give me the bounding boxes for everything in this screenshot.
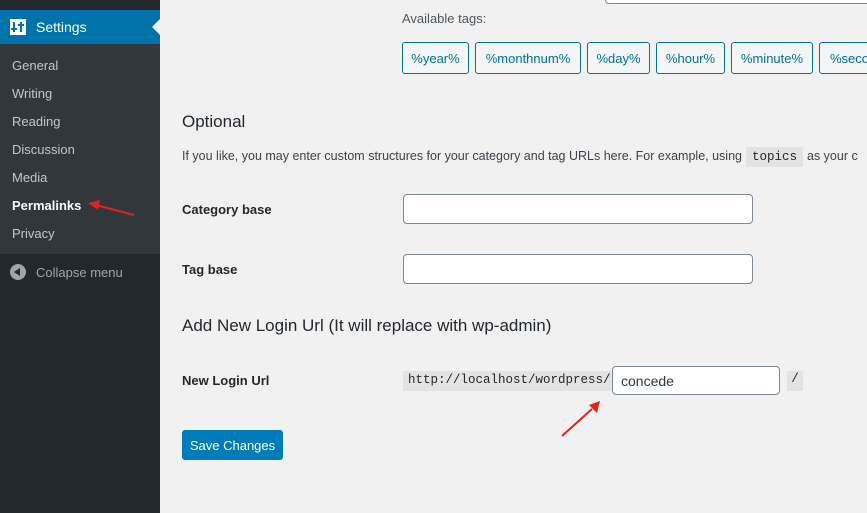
main-content: Available tags: %year% %monthnum% %day% … [160,0,867,513]
collapse-arrow-icon [10,264,26,280]
collapse-menu-label: Collapse menu [36,264,123,280]
annotation-arrow-permalinks [88,200,135,216]
collapse-menu-button[interactable]: Collapse menu [0,260,160,284]
save-changes-button[interactable]: Save Changes [182,430,283,460]
